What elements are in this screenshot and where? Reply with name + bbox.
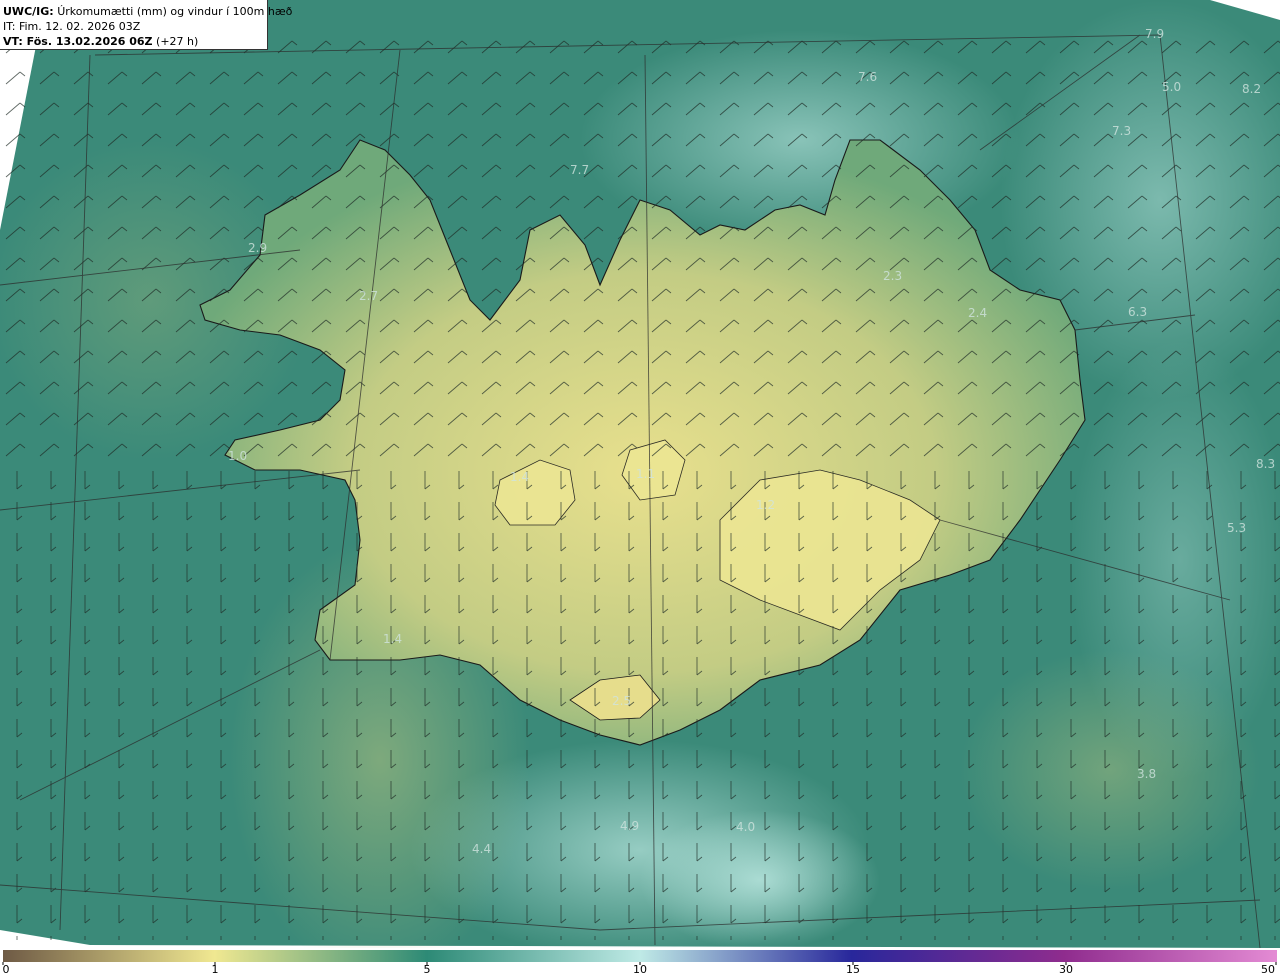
map-value: 7.9: [1145, 27, 1164, 41]
colorbar-tick: 10: [633, 963, 647, 976]
forecast-offset: (+27 h): [156, 35, 199, 48]
map-value: 2.3: [883, 269, 902, 283]
map-value: 1.4: [510, 470, 529, 484]
colorbar-tick: 5: [423, 963, 431, 976]
precipitation-wind-map: 7.9 7.6 5.0 8.2 7.3 7.7 2.9 2.7 2.3 2.4 …: [0, 0, 1280, 948]
map-value: 5.3: [1227, 521, 1246, 535]
map-value: 8.2: [1242, 82, 1261, 96]
colorbar-tick: 15: [846, 963, 860, 976]
colorbar-gradient: [3, 950, 1277, 962]
colorbar-tick: 30: [1059, 963, 1073, 976]
map-value: 2.4: [968, 306, 987, 320]
map-value: 5.0: [1162, 80, 1181, 94]
colorbar-tick: 50: [1261, 963, 1275, 976]
model-code: UWC/IG:: [3, 5, 54, 18]
initial-time: IT: Fim. 12. 02. 2026 03Z: [3, 20, 141, 33]
map-value: 4.0: [736, 820, 755, 834]
map-value: 7.3: [1112, 124, 1131, 138]
map-value: 1.0: [228, 449, 247, 463]
map-value: 6.3: [1128, 305, 1147, 319]
valid-time: VT: Fös. 13.02.2026 06Z: [3, 35, 153, 48]
map-value: 1.2: [756, 498, 775, 512]
map-value: 4.4: [472, 842, 491, 856]
map-value: 7.7: [570, 163, 589, 177]
map-header: UWC/IG: Úrkomumætti (mm) og vindur í 100…: [0, 0, 292, 50]
map-value: 3.8: [1137, 767, 1156, 781]
title-line: UWC/IG: Úrkomumætti (mm) og vindur í 100…: [3, 4, 292, 19]
map-title: Úrkomumætti (mm) og vindur í 100m hæð: [57, 5, 293, 18]
map-value: 2.7: [359, 289, 378, 303]
colorbar-tick: 1: [211, 963, 219, 976]
map-value: 2.5: [612, 694, 631, 708]
wind-barbs-south: [0, 470, 1280, 940]
map-value: 4.9: [620, 819, 639, 833]
map-value: 1.4: [383, 632, 402, 646]
colorbar-tick: 0: [2, 963, 10, 976]
map-value: 1.1: [636, 467, 655, 481]
map-value: 8.3: [1256, 457, 1275, 471]
map-value: 2.9: [248, 241, 267, 255]
map-value: 7.6: [858, 70, 877, 84]
valid-time-line: VT: Fös. 13.02.2026 06Z (+27 h): [3, 34, 267, 49]
wind-barbs-north: [0, 40, 1280, 470]
